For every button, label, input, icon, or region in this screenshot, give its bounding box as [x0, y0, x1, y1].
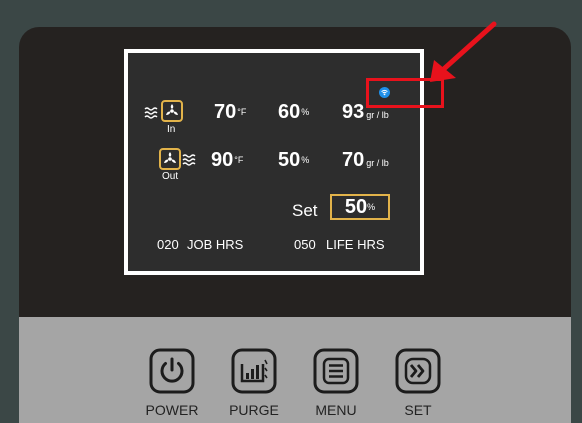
out-temperature: 90°F — [211, 149, 244, 171]
out-humidity: 50% — [278, 149, 310, 171]
set-label: Set — [292, 201, 318, 220]
in-label: In — [167, 124, 176, 135]
menu-button-label: MENU — [315, 402, 357, 418]
out-grains: 70 gr / lb — [342, 149, 389, 171]
fan-in-icon — [161, 100, 183, 122]
purge-button[interactable] — [231, 348, 277, 394]
power-button[interactable] — [149, 348, 195, 394]
airflow-in-icon — [144, 107, 158, 119]
purge-button-label: PURGE — [229, 402, 279, 418]
out-label: Out — [162, 171, 179, 182]
job-hours-value: 020 — [157, 237, 179, 252]
power-button-label: POWER — [145, 402, 199, 418]
set-button[interactable] — [395, 348, 441, 394]
humidity-setpoint: 50% — [330, 194, 390, 220]
life-hours-value: 050 — [294, 237, 316, 252]
life-hours-label: LIFE HRS — [326, 237, 385, 252]
annotation-arrow-icon — [430, 21, 497, 82]
airflow-out-icon — [182, 154, 196, 166]
in-temperature: 70°F — [214, 101, 247, 123]
menu-button[interactable] — [313, 348, 359, 394]
fan-out-icon — [159, 148, 181, 170]
control-panel — [19, 317, 571, 423]
set-button-label: SET — [404, 402, 432, 418]
in-humidity: 60% — [278, 101, 310, 123]
job-hours-label: JOB HRS — [187, 237, 244, 252]
